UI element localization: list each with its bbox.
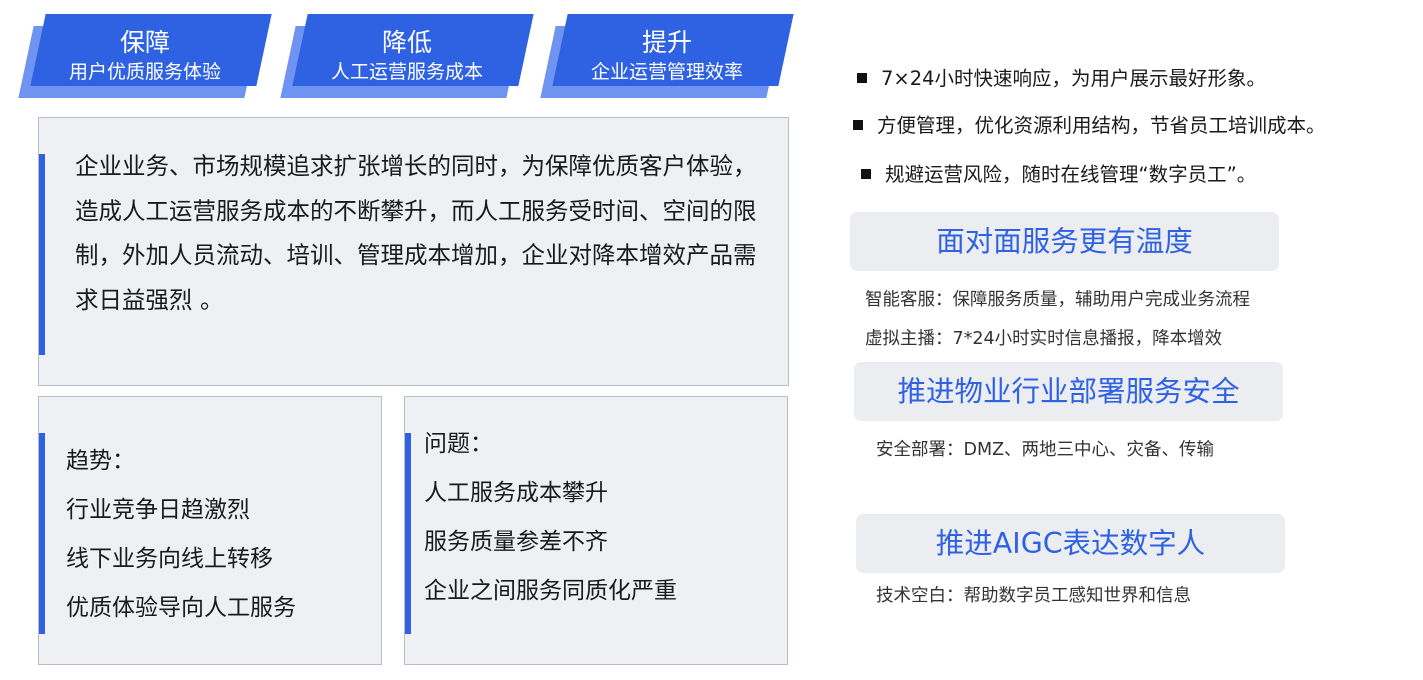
bullet-item: 7×24小时快速响应，为用户展示最好形象。 — [857, 66, 1266, 92]
bullet-item: 规避运营风险，随时在线管理“数字员工”。 — [861, 162, 1256, 188]
intro-text: 企业业务、市场规模追求扩张增长的同时，为保障优质客户体验，造成人工运营服务成本的… — [75, 152, 757, 314]
accent-bar — [39, 433, 45, 634]
list-item: 优质体验导向人工服务 — [66, 595, 296, 621]
feature-title: 推进AIGC表达数字人 — [856, 514, 1285, 573]
bullet-item: 方便管理，优化资源利用结构，节省员工培训成本。 — [853, 113, 1326, 139]
list-item: 企业之间服务同质化严重 — [424, 578, 677, 604]
trends-panel: 趋势： 行业竞争日趋激烈 线下业务向线上转移 优质体验导向人工服务 — [38, 396, 382, 665]
intro-panel: 企业业务、市场规模追求扩张增长的同时，为保障优质客户体验，造成人工运营服务成本的… — [38, 117, 789, 386]
square-bullet-icon — [861, 169, 871, 179]
list-item: 服务质量参差不齐 — [424, 529, 608, 555]
banner-user-experience: 保障 用户优质服务体验 — [18, 14, 272, 98]
bullet-text: 7×24小时快速响应，为用户展示最好形象。 — [881, 67, 1267, 90]
banner-title: 提升 — [641, 28, 692, 57]
feature-detail: 虚拟主播：7*24小时实时信息播报，降本增效 — [865, 329, 1223, 349]
square-bullet-icon — [857, 73, 867, 83]
list-item: 人工服务成本攀升 — [424, 480, 608, 506]
feature-detail: 技术空白：帮助数字员工感知世界和信息 — [876, 586, 1191, 606]
feature-title: 面对面服务更有温度 — [850, 212, 1279, 271]
banner-reduce-cost: 降低 人工运营服务成本 — [280, 14, 534, 98]
feature-detail: 智能客服：保障服务质量，辅助用户完成业务流程 — [865, 290, 1250, 310]
banner-subtitle: 企业运营管理效率 — [590, 61, 743, 83]
banner-title: 降低 — [381, 28, 432, 57]
bullet-text: 方便管理，优化资源利用结构，节省员工培训成本。 — [877, 114, 1326, 137]
accent-bar — [39, 154, 45, 355]
issues-heading: 问题： — [424, 431, 493, 457]
banner-title: 保障 — [119, 28, 170, 57]
feature-title: 推进物业行业部署服务安全 — [854, 362, 1283, 421]
list-item: 线下业务向线上转移 — [66, 546, 273, 572]
banner-improve-efficiency: 提升 企业运营管理效率 — [540, 14, 794, 98]
banner-subtitle: 人工运营服务成本 — [330, 61, 483, 83]
banner-subtitle: 用户优质服务体验 — [68, 61, 221, 83]
feature-detail: 安全部署：DMZ、两地三中心、灾备、传输 — [876, 440, 1215, 460]
issues-panel: 问题： 人工服务成本攀升 服务质量参差不齐 企业之间服务同质化严重 — [404, 396, 788, 665]
square-bullet-icon — [853, 120, 863, 130]
list-item: 行业竞争日趋激烈 — [66, 497, 250, 523]
accent-bar — [405, 433, 411, 634]
trends-heading: 趋势： — [66, 448, 135, 474]
bullet-text: 规避运营风险，随时在线管理“数字员工”。 — [885, 163, 1257, 186]
